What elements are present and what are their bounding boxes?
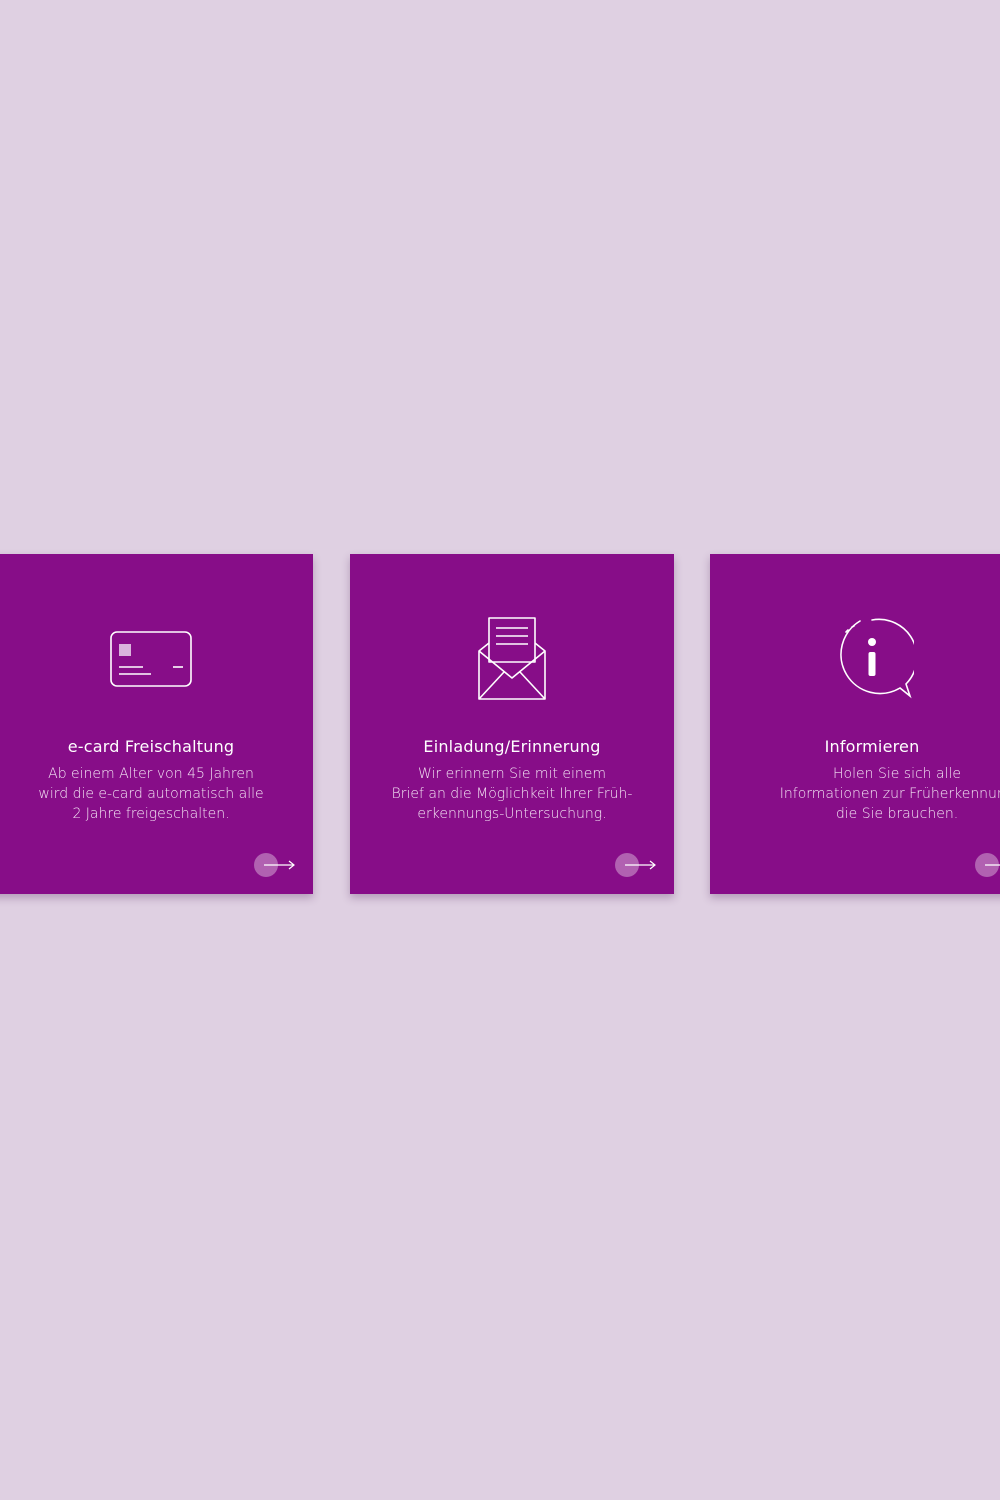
card-informieren[interactable]: Informieren Holen Sie sich alle Informat… — [710, 554, 1000, 894]
card-title: Informieren — [824, 737, 920, 756]
card-ecard-freischaltung[interactable]: e-card Freischaltung Ab einem Alter von … — [0, 554, 313, 894]
envelope-letter-icon — [467, 614, 557, 704]
card-description: Wir erinnern Sie mit einem Brief an die … — [391, 766, 633, 822]
card-description: Ab einem Alter von 45 Jahren wird die e-… — [38, 766, 264, 822]
info-speech-bubble-icon — [827, 614, 917, 704]
card-title: Einladung/Erinnerung — [423, 737, 601, 756]
arrow-right-icon[interactable] — [254, 853, 296, 877]
card-title: e-card Freischaltung — [67, 737, 235, 756]
card-description: Holen Sie sich alle Informationen zur Fr… — [779, 766, 1000, 822]
card-einladung-erinnerung[interactable]: Einladung/Erinnerung Wir erinnern Sie mi… — [350, 554, 674, 894]
credit-card-icon — [106, 614, 196, 704]
page-canvas: e-card Freischaltung Ab einem Alter von … — [0, 0, 1000, 1500]
arrow-right-icon[interactable] — [615, 853, 657, 877]
arrow-right-icon[interactable] — [975, 853, 1000, 877]
